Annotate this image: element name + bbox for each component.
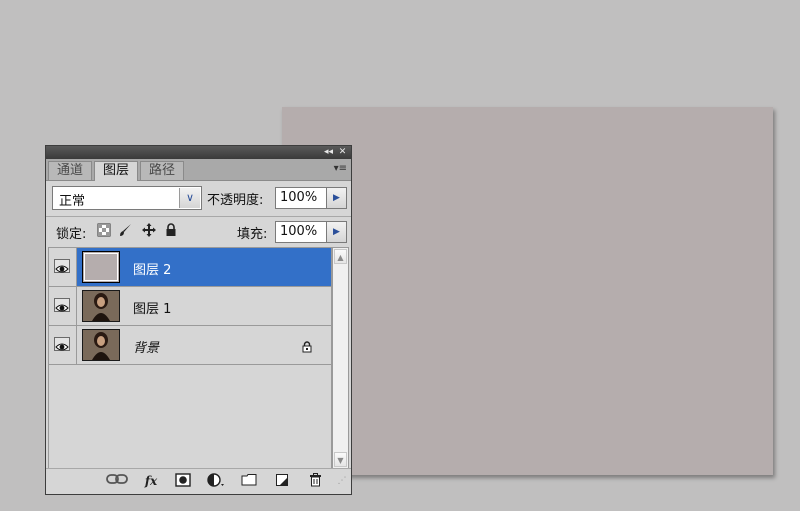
- layer-thumbnail: [82, 251, 120, 283]
- opacity-arrow-icon[interactable]: ▶: [327, 187, 347, 209]
- panel-bottom-toolbar: fx ⋰: [46, 468, 351, 494]
- adjustment-icon[interactable]: [206, 473, 226, 489]
- layers-scrollbar[interactable]: ▲ ▼: [332, 247, 349, 469]
- lock-transparent-icon[interactable]: [97, 223, 111, 237]
- layers-panel: ◂◂ ✕ 通道 图层 路径 ▾≡ 正常 ∨ 不透明度: 100% ▶ 锁定: 填…: [45, 145, 352, 495]
- layer-name[interactable]: 图层 1: [133, 298, 171, 317]
- collapse-icon[interactable]: ◂◂: [322, 147, 335, 158]
- chevron-down-icon[interactable]: ∨: [179, 188, 200, 208]
- fx-icon[interactable]: fx: [141, 473, 161, 489]
- lock-all-icon[interactable]: [164, 223, 178, 237]
- document-canvas[interactable]: [282, 107, 773, 475]
- link-icon[interactable]: [106, 473, 128, 489]
- tab-layers[interactable]: 图层: [94, 161, 138, 181]
- panel-titlebar[interactable]: ◂◂ ✕: [46, 146, 351, 159]
- lock-label: 锁定:: [56, 227, 87, 242]
- close-icon[interactable]: ✕: [336, 147, 349, 158]
- lock-pixels-brush-icon[interactable]: [119, 223, 133, 237]
- visibility-cell[interactable]: [49, 248, 77, 286]
- folder-icon[interactable]: [241, 473, 257, 489]
- scroll-up-icon[interactable]: ▲: [334, 249, 347, 264]
- mask-icon[interactable]: [174, 473, 192, 489]
- lock-icon: [301, 338, 313, 353]
- layers-list: 图层 2 图层 1 背景: [48, 247, 332, 469]
- trash-icon[interactable]: [307, 473, 323, 489]
- fill-arrow-icon[interactable]: ▶: [327, 221, 347, 243]
- panel-menu-icon[interactable]: ▾≡: [334, 163, 347, 174]
- layer-row[interactable]: 背景: [49, 326, 331, 365]
- layer-row[interactable]: 图层 2: [49, 248, 331, 287]
- tab-channels[interactable]: 通道: [48, 161, 92, 180]
- blend-mode-select[interactable]: 正常 ∨: [52, 186, 202, 210]
- layer-name[interactable]: 背景: [133, 337, 159, 356]
- layer-thumbnail: [82, 290, 120, 322]
- divider: [46, 216, 351, 217]
- eye-icon[interactable]: [54, 298, 70, 312]
- resize-grip-icon[interactable]: ⋰: [336, 473, 348, 489]
- fill-input[interactable]: 100%: [275, 221, 327, 243]
- layer-row[interactable]: 图层 1: [49, 287, 331, 326]
- scroll-down-icon[interactable]: ▼: [334, 452, 347, 467]
- blend-mode-value: 正常: [59, 194, 86, 209]
- layer-name[interactable]: 图层 2: [133, 259, 171, 278]
- visibility-cell[interactable]: [49, 326, 77, 364]
- panel-tab-bar: 通道 图层 路径 ▾≡: [46, 159, 351, 181]
- layer-thumbnail: [82, 329, 120, 361]
- eye-icon[interactable]: [54, 337, 70, 351]
- new-layer-icon[interactable]: [274, 473, 290, 489]
- lock-position-move-icon[interactable]: [142, 223, 156, 237]
- tab-paths[interactable]: 路径: [140, 161, 184, 180]
- eye-icon[interactable]: [54, 259, 70, 273]
- opacity-label: 不透明度:: [207, 193, 264, 208]
- visibility-cell[interactable]: [49, 287, 77, 325]
- opacity-input[interactable]: 100%: [275, 187, 327, 209]
- fill-label: 填充:: [237, 227, 268, 242]
